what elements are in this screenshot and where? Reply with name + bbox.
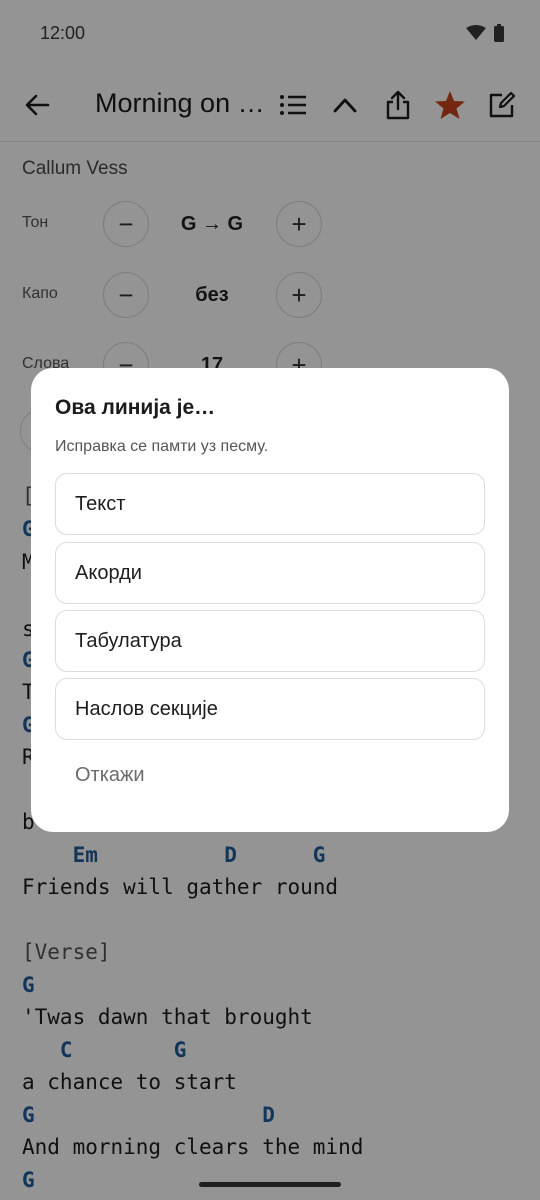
option-label: Табулатура xyxy=(75,629,182,652)
option-label: Наслов секције xyxy=(75,697,218,720)
gesture-nav-handle[interactable] xyxy=(199,1182,341,1187)
option-label: Акорди xyxy=(75,561,142,584)
cancel-button[interactable]: Откажи xyxy=(75,764,145,787)
option-tab-button[interactable]: Табулатура xyxy=(55,610,485,672)
line-type-dialog: Ова линија је… Исправка се памти уз песм… xyxy=(31,368,509,832)
dialog-title: Ова линија је… xyxy=(55,396,216,419)
dialog-subtitle: Исправка се памти уз песму. xyxy=(55,438,269,455)
option-label: Текст xyxy=(75,492,126,515)
option-text-button[interactable]: Текст xyxy=(55,473,485,535)
option-section-title-button[interactable]: Наслов секције xyxy=(55,678,485,740)
option-chords-button[interactable]: Акорди xyxy=(55,542,485,604)
